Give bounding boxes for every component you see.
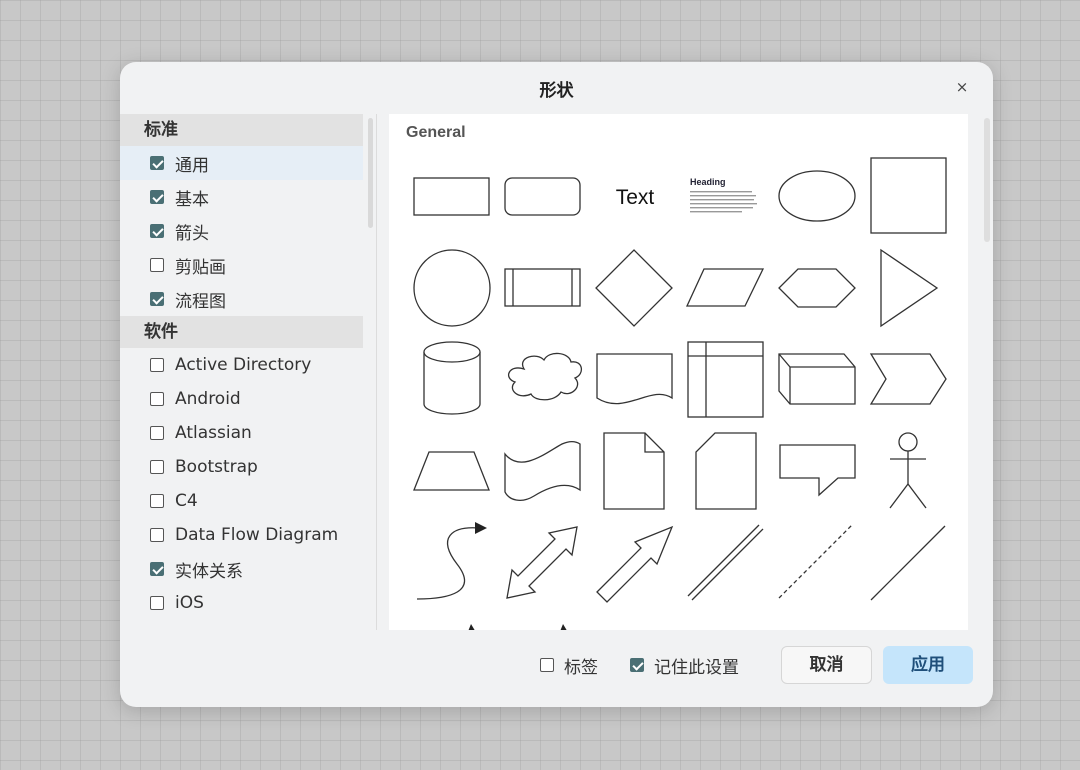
textbox-heading: Heading [690,177,726,187]
library-item-general[interactable]: 通用 [120,146,363,180]
shape-trapezoid[interactable] [413,451,490,491]
shape-dashed-line[interactable] [778,524,853,599]
library-item-label: C4 [175,491,198,511]
library-item-atlassian[interactable]: Atlassian [120,416,363,450]
checkbox[interactable] [150,292,164,306]
shape-cube[interactable] [778,353,856,405]
shape-cylinder[interactable] [423,341,481,415]
shape-document[interactable] [596,353,673,405]
checkbox[interactable] [540,658,554,672]
checkbox[interactable] [150,460,164,474]
shape-grid: Text Heading [413,157,947,630]
library-item-label: 通用 [175,155,209,176]
shape-step[interactable] [869,353,947,405]
shape-process[interactable] [504,268,581,307]
library-item-label: 剪贴画 [175,257,226,278]
library-item-data-flow-diagram[interactable]: Data Flow Diagram [120,518,363,552]
shape-double-line[interactable] [687,524,764,601]
library-item-label: 流程图 [175,291,226,312]
library-item-label: 实体关系 [175,561,243,582]
library-item-label: Active Directory [175,355,312,375]
checkbox[interactable] [150,156,164,170]
library-item-flowchart[interactable]: 流程图 [120,282,363,316]
shapes-dialog: 形状 × 标准 通用 基本 箭头 剪贴画 流程图 软件 Active Direc… [120,62,993,707]
library-item-clipart[interactable]: 剪贴画 [120,248,363,282]
library-item-basic[interactable]: 基本 [120,180,363,214]
arrowhead-partial [468,624,475,630]
labels-checkbox[interactable]: 标签 [540,652,598,678]
shape-cloud[interactable] [507,352,582,401]
shape-rectangle[interactable] [413,177,490,216]
section-header-standard: 标准 [120,114,363,146]
library-item-arrows[interactable]: 箭头 [120,214,363,248]
shape-curved-arrow[interactable] [416,522,487,600]
checkbox[interactable] [150,562,164,576]
shape-card[interactable] [695,432,757,510]
checkbox[interactable] [150,528,164,542]
apply-button[interactable]: 应用 [883,646,973,684]
library-item-c4[interactable]: C4 [120,484,363,518]
labels-checkbox-label: 标签 [564,657,598,678]
checkbox[interactable] [150,426,164,440]
shape-line[interactable] [870,525,946,601]
shape-note[interactable] [603,432,665,510]
library-item-entity-relation[interactable]: 实体关系 [120,552,363,586]
library-item-ios[interactable]: iOS [120,586,363,620]
remember-settings-label: 记住此设置 [654,657,739,678]
library-item-label: Data Flow Diagram [175,525,339,545]
library-item-android[interactable]: Android [120,382,363,416]
library-item-label: Atlassian [175,423,252,443]
shape-bidirectional-arrow[interactable] [506,526,578,599]
library-item-bootstrap[interactable]: Bootstrap [120,450,363,484]
cancel-button[interactable]: 取消 [781,646,872,684]
library-item-label: iOS [175,593,204,613]
shape-callout[interactable] [779,444,856,497]
library-item-label: 箭头 [175,223,209,244]
shape-library-sidebar: 标准 通用 基本 箭头 剪贴画 流程图 软件 Active Directory [120,114,365,630]
checkbox[interactable] [150,392,164,406]
library-item-active-directory[interactable]: Active Directory [120,348,363,382]
arrowhead-partial [560,624,567,630]
shape-square[interactable] [870,157,947,234]
shape-parallelogram[interactable] [685,268,765,307]
shape-hexagon[interactable] [778,268,856,308]
shape-text[interactable]: Text [616,186,655,209]
shape-ellipse[interactable] [778,170,856,222]
close-icon[interactable]: × [953,78,971,96]
library-item-label: Bootstrap [175,457,258,477]
shape-textbox[interactable]: Heading [690,177,757,213]
shape-circle[interactable] [413,249,491,327]
divider [376,114,377,630]
shape-rounded-rectangle[interactable] [504,177,581,216]
checkbox[interactable] [150,358,164,372]
library-item-label: Android [175,389,241,409]
library-item-label: 基本 [175,189,209,210]
shape-triangle[interactable] [880,248,939,328]
shape-actor[interactable] [889,432,927,509]
panel-scrollbar[interactable] [984,118,990,242]
section-header-software: 软件 [120,316,363,348]
dialog-title: 形状 [539,81,574,101]
shape-tape[interactable] [504,441,581,502]
shape-internal-storage[interactable] [687,341,764,418]
shape-preview-panel: General Text Heading [389,114,968,630]
shape-diamond[interactable] [595,249,673,327]
checkbox[interactable] [150,224,164,238]
sidebar-scrollbar[interactable] [368,118,373,228]
checkbox[interactable] [630,658,644,672]
checkbox[interactable] [150,258,164,272]
shape-arrow[interactable] [596,525,674,603]
checkbox[interactable] [150,494,164,508]
checkbox[interactable] [150,596,164,610]
checkbox[interactable] [150,190,164,204]
remember-settings-checkbox[interactable]: 记住此设置 [630,652,739,678]
